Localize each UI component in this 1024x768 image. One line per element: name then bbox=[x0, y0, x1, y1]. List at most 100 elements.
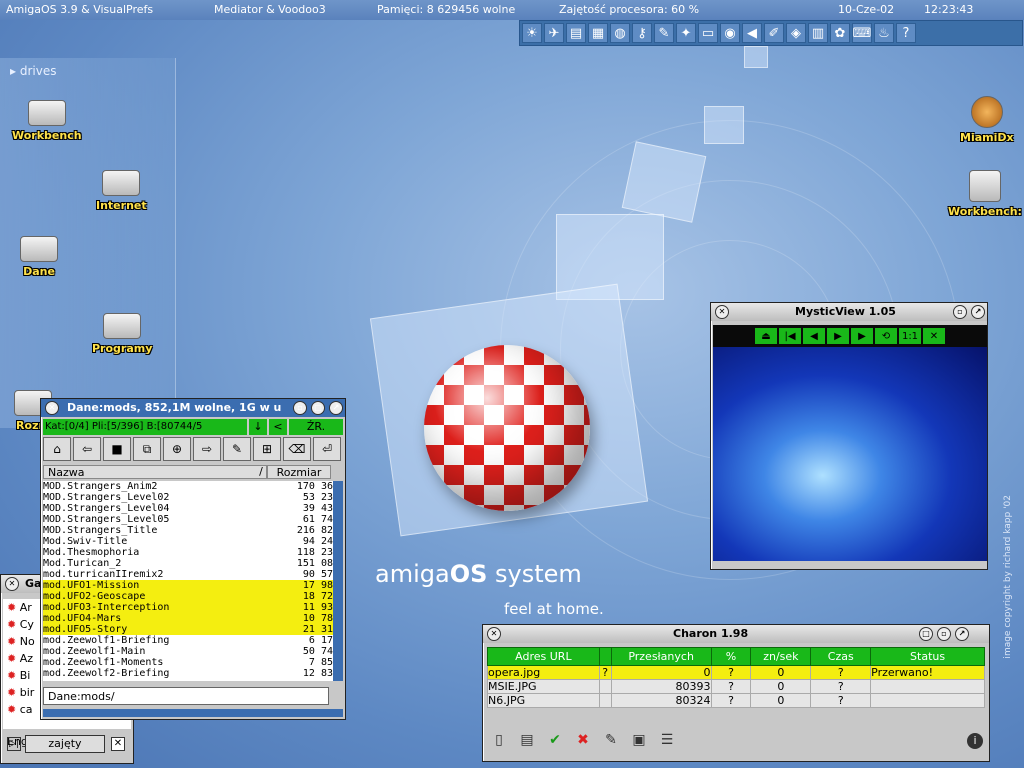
fire-icon[interactable]: ♨ bbox=[874, 23, 894, 43]
close-icon[interactable]: ✕ bbox=[487, 627, 501, 641]
file-row[interactable]: mod.UFO1-Mission 17 98 bbox=[43, 580, 333, 591]
depth-icon[interactable]: ▫ bbox=[953, 305, 967, 319]
download-row[interactable]: opera.jpg? 0? 0? Przerwano! bbox=[487, 665, 985, 680]
file-row[interactable]: MOD.Strangers_Level02 53 23 bbox=[43, 492, 333, 503]
tool-icon[interactable]: ✎ bbox=[654, 23, 674, 43]
lister-titlebar[interactable]: ✕ Dane:mods, 852,1M wolne, 1G w u ▫ □ ↗ bbox=[41, 399, 345, 417]
keyboard-icon[interactable]: ⌨ bbox=[852, 23, 872, 43]
charon-titlebar[interactable]: ✕ Charon 1.98 □ ▫ ↗ bbox=[483, 625, 989, 643]
drive-workbench[interactable]: Workbench bbox=[12, 100, 82, 142]
mysticview-titlebar[interactable]: ✕ MysticView 1.05 ▫ ↗ bbox=[711, 303, 987, 321]
workbench-volume-icon[interactable]: Workbench: bbox=[948, 170, 1022, 218]
info-icon[interactable]: i bbox=[967, 733, 983, 749]
zoom-icon[interactable]: □ bbox=[919, 627, 933, 641]
column-header[interactable]: Przesłanych bbox=[610, 647, 712, 666]
stop-icon[interactable]: ■ bbox=[103, 437, 131, 461]
status-button[interactable]: zajęty bbox=[25, 735, 105, 753]
path-field[interactable]: Dane:mods/ bbox=[43, 687, 329, 705]
file-row[interactable]: mod.turricanIIremix2 90 57 bbox=[43, 569, 333, 580]
makedir-icon[interactable]: ⊕ bbox=[163, 437, 191, 461]
file-row[interactable]: MOD.Strangers_Anim2 170 36 bbox=[43, 481, 333, 492]
film-icon[interactable]: ▦ bbox=[588, 23, 608, 43]
floppy-icon[interactable]: ▤ bbox=[566, 23, 586, 43]
column-header[interactable]: Status bbox=[870, 647, 985, 666]
speaker-icon[interactable]: ◀ bbox=[742, 23, 762, 43]
next-icon[interactable]: ▶ bbox=[827, 328, 849, 344]
trash-icon[interactable]: ▣ bbox=[629, 730, 649, 750]
file-row[interactable]: mod.Zeewolf1-Main 50 74 bbox=[43, 646, 333, 657]
column-header[interactable]: % bbox=[710, 647, 752, 666]
brush-icon[interactable]: ✐ bbox=[764, 23, 784, 43]
file-row[interactable]: mod.Zeewolf1-Moments 7 85 bbox=[43, 657, 333, 668]
depth-icon[interactable]: ▫ bbox=[293, 401, 307, 415]
column-header[interactable]: Czas bbox=[810, 647, 872, 666]
drive-dane[interactable]: Dane bbox=[20, 236, 58, 278]
folder-icon[interactable]: ▤ bbox=[517, 730, 537, 750]
column-header[interactable]: zn/sek bbox=[750, 647, 812, 666]
miamidx-icon-item[interactable]: MiamiDx bbox=[960, 96, 1014, 144]
joystick-icon[interactable]: ✈ bbox=[544, 23, 564, 43]
file-row[interactable]: Mod.Turican_2 151 08 bbox=[43, 558, 333, 569]
col-name-header[interactable]: Nazwa bbox=[43, 465, 267, 479]
play-icon[interactable]: ▶ bbox=[851, 328, 873, 344]
horizontal-scrollbar[interactable] bbox=[43, 709, 343, 717]
new-icon[interactable]: ▯ bbox=[489, 730, 509, 750]
file-row[interactable]: Mod.Swiv-Title 94 24 bbox=[43, 536, 333, 547]
file-row[interactable]: mod.UFO5-Story 21 31 bbox=[43, 624, 333, 635]
paint-icon[interactable]: ✦ bbox=[676, 23, 696, 43]
zoom-icon[interactable]: □ bbox=[311, 401, 325, 415]
rename-icon[interactable]: ✎ bbox=[223, 437, 251, 461]
home-icon[interactable]: ⌂ bbox=[43, 437, 71, 461]
file-row[interactable]: MOD.Strangers_Level04 39 43 bbox=[43, 503, 333, 514]
ok-icon[interactable]: ✔ bbox=[545, 730, 565, 750]
film-strip-icon[interactable]: ▥ bbox=[808, 23, 828, 43]
box-icon[interactable]: ◈ bbox=[786, 23, 806, 43]
image-view[interactable] bbox=[713, 347, 987, 561]
file-row[interactable]: mod.UFO3-Interception 11 93 bbox=[43, 602, 333, 613]
file-row[interactable]: mod.UFO2-Geoscape 18 72 bbox=[43, 591, 333, 602]
file-row[interactable]: MOD.Strangers_Title 216 82 bbox=[43, 525, 333, 536]
play-button[interactable]: ▷| bbox=[7, 737, 21, 751]
source-button[interactable]: ŹR. bbox=[289, 419, 343, 435]
close-view-icon[interactable]: ✕ bbox=[923, 328, 945, 344]
camera-icon[interactable]: ◉ bbox=[720, 23, 740, 43]
delete-icon[interactable]: ⌫ bbox=[283, 437, 311, 461]
download-row[interactable]: N6.JPG 80324? 0? bbox=[487, 693, 985, 708]
edit-icon[interactable]: ✎ bbox=[601, 730, 621, 750]
close-icon[interactable]: ✕ bbox=[715, 305, 729, 319]
drive-programy[interactable]: Programy bbox=[92, 313, 152, 355]
download-row[interactable]: MSIE.JPG 80393? 0? bbox=[487, 679, 985, 694]
drive-internet[interactable]: Internet bbox=[96, 170, 147, 212]
down-button[interactable]: ↓ bbox=[249, 419, 267, 435]
move-icon[interactable]: ⇨ bbox=[193, 437, 221, 461]
file-row[interactable]: MOD.Strangers_Level05 61 74 bbox=[43, 514, 333, 525]
iconify-icon[interactable]: ↗ bbox=[971, 305, 985, 319]
column-header[interactable]: Adres URL bbox=[487, 647, 600, 666]
sort-toggle[interactable]: / bbox=[255, 465, 267, 479]
globe-icon[interactable]: ◍ bbox=[610, 23, 630, 43]
first-icon[interactable]: |◀ bbox=[779, 328, 801, 344]
file-row[interactable]: mod.Zeewolf1-Briefing 6 17 bbox=[43, 635, 333, 646]
file-row[interactable]: mod.UFO4-Mars 10 78 bbox=[43, 613, 333, 624]
dog-icon[interactable]: ✿ bbox=[830, 23, 850, 43]
drives-header[interactable]: ▸ drives bbox=[10, 64, 56, 78]
close-icon[interactable]: ✕ bbox=[45, 401, 59, 415]
file-row[interactable]: Mod.Thesmophoria 118 23 bbox=[43, 547, 333, 558]
eject-icon[interactable]: ⏏ bbox=[755, 328, 777, 344]
close-checkbox[interactable]: ✕ bbox=[111, 737, 125, 751]
cancel-icon[interactable]: ✖ bbox=[573, 730, 593, 750]
sun-icon[interactable]: ☀ bbox=[522, 23, 542, 43]
iconify-icon[interactable]: ↗ bbox=[955, 627, 969, 641]
file-row[interactable]: mod.Zeewolf2-Briefing 12 83 bbox=[43, 668, 333, 679]
depth-icon[interactable]: ▫ bbox=[937, 627, 951, 641]
tree-icon[interactable]: ⊞ bbox=[253, 437, 281, 461]
parent-button[interactable]: < bbox=[269, 419, 287, 435]
iconify-icon[interactable]: ↗ bbox=[329, 401, 343, 415]
monitor-icon[interactable]: ▭ bbox=[698, 23, 718, 43]
column-header[interactable] bbox=[598, 647, 612, 666]
log-icon[interactable]: ☰ bbox=[657, 730, 677, 750]
copy-icon[interactable]: ⧉ bbox=[133, 437, 161, 461]
col-size-header[interactable]: Rozmiar bbox=[267, 465, 331, 479]
prev-icon[interactable]: ◀ bbox=[803, 328, 825, 344]
vertical-scrollbar[interactable] bbox=[333, 481, 343, 681]
